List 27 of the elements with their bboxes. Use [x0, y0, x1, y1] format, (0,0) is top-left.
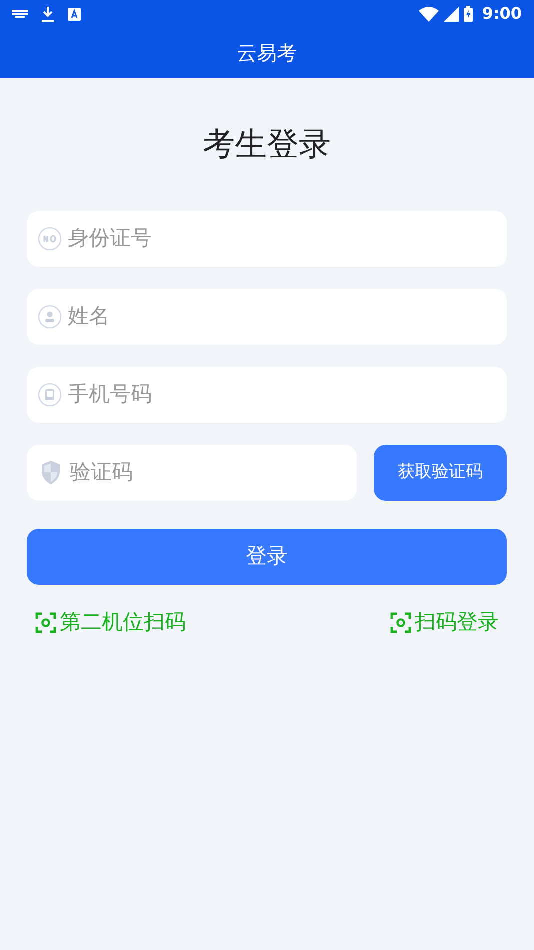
app-title: 云易考	[237, 40, 297, 67]
keyboard-icon	[12, 9, 28, 19]
wifi-icon	[419, 6, 440, 22]
phone-icon	[38, 383, 62, 407]
font-icon	[68, 8, 81, 20]
input-field[interactable]: 手机号码	[27, 367, 507, 423]
text-input[interactable]: 身份证号	[68, 223, 496, 255]
page-heading: 考生登录	[202, 124, 332, 165]
scan-link[interactable]: 扫码登录	[390, 607, 499, 638]
text-input[interactable]: 手机号码	[68, 379, 496, 411]
download-icon	[42, 6, 54, 22]
code-input-field[interactable]: 验证码	[27, 445, 357, 501]
user-icon	[38, 305, 62, 329]
battery-icon	[464, 6, 474, 22]
status-time: 9:00	[482, 3, 522, 25]
shield-icon	[40, 460, 62, 486]
signal-icon	[444, 6, 460, 22]
get-code-button[interactable]: 获取验证码	[374, 445, 507, 501]
input-field[interactable]: 姓名	[27, 289, 507, 345]
text-input[interactable]: 姓名	[68, 301, 496, 333]
scan-icon	[35, 612, 57, 634]
id-number-icon	[38, 227, 62, 251]
scan-link[interactable]: 第二机位扫码	[35, 607, 186, 638]
input-field[interactable]: 身份证号	[27, 211, 507, 267]
scan-icon	[390, 612, 412, 634]
login-button[interactable]: 登录	[27, 529, 507, 585]
text-input[interactable]: 验证码	[70, 457, 344, 489]
